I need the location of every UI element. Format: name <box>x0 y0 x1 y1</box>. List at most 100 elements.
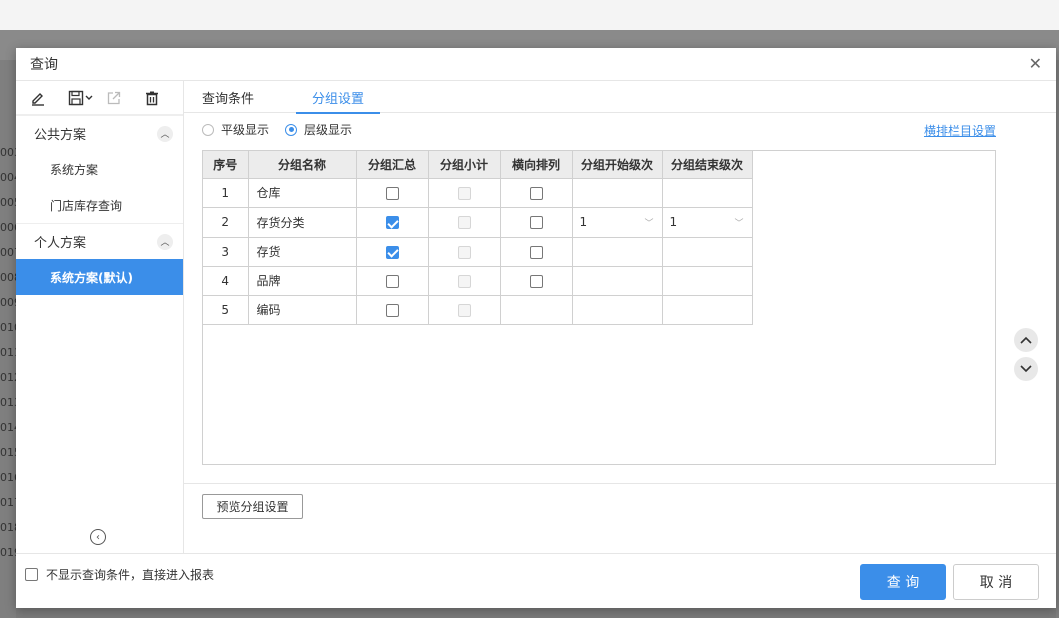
table-row[interactable]: 2 存货分类 1 ﹀ 1 ﹀ <box>203 206 753 238</box>
end-level-cell[interactable] <box>661 236 753 267</box>
col-header-name: 分组名称 <box>247 151 357 179</box>
background-row-number: 015 <box>0 446 16 459</box>
end-level-select[interactable]: 1 ﹀ <box>663 208 752 237</box>
tab-group-settings[interactable]: 分组设置 <box>296 81 381 114</box>
group-subtotal-cell <box>427 177 501 208</box>
edit-icon[interactable] <box>30 86 68 110</box>
end-level-cell[interactable] <box>661 177 753 208</box>
radio-dot[interactable] <box>285 123 298 136</box>
start-level-cell[interactable]: 1 ﹀ <box>571 206 663 238</box>
dialog-footer: 不显示查询条件，直接进入报表 查 询 取 消 <box>16 553 1056 608</box>
group-summary-cell <box>355 177 429 208</box>
personal-scheme-group[interactable]: 个人方案 ︿ <box>16 223 183 259</box>
group-summary-checkbox[interactable] <box>385 245 399 259</box>
horizontal-arrange-checkbox[interactable] <box>529 186 543 200</box>
group-summary-checkbox[interactable] <box>385 216 399 229</box>
dialog-title: 查询 <box>30 57 58 73</box>
start-level-select[interactable]: 1 ﹀ <box>573 208 662 237</box>
start-level-cell[interactable] <box>571 294 663 325</box>
group-summary-checkbox[interactable] <box>385 274 399 288</box>
radio-label: 层级显示 <box>304 123 353 137</box>
scheme-item-system[interactable]: 系统方案 <box>16 151 183 187</box>
group-subtotal-cell <box>427 236 501 267</box>
horizontal-arrange-checkbox[interactable] <box>529 274 543 288</box>
export-icon[interactable] <box>106 86 144 110</box>
preview-group-settings-button[interactable]: 预览分组设置 <box>202 494 303 519</box>
dialog-body: 公共方案 ︿ 系统方案 门店库存查询 个人方案 ︿ 系统方案(默认) ‹ 查询条… <box>16 81 1056 553</box>
move-up-icon[interactable] <box>1014 328 1038 352</box>
group-summary-checkbox[interactable] <box>385 186 399 200</box>
horizontal-arrange-checkbox[interactable] <box>529 216 543 229</box>
start-level-cell[interactable] <box>571 236 663 267</box>
background-row-number: 016 <box>0 471 16 484</box>
move-down-icon[interactable] <box>1014 357 1038 381</box>
table-row[interactable]: 4 品牌 <box>203 265 753 296</box>
tab-query-conditions[interactable]: 查询条件 <box>202 81 254 113</box>
background-row-number: 004 <box>0 171 16 184</box>
group-subtotal-checkbox <box>457 216 471 229</box>
public-scheme-group[interactable]: 公共方案 ︿ <box>16 115 183 151</box>
col-header-end-level: 分组结束级次 <box>661 151 753 179</box>
horizontal-arrange-cell <box>499 294 573 325</box>
background-app-header <box>0 0 1059 30</box>
chevron-down-icon: ﹀ <box>644 218 654 229</box>
delete-icon[interactable] <box>144 86 182 110</box>
grid-header-row: 序号 分组名称 分组汇总 分组小计 横向排列 分组开始级次 分组结束级次 <box>203 151 753 179</box>
skip-query-label: 不显示查询条件，直接进入报表 <box>46 568 215 582</box>
end-level-cell[interactable] <box>661 294 753 325</box>
background-app-footer <box>16 608 1056 618</box>
grid-table: 序号 分组名称 分组汇总 分组小计 横向排列 分组开始级次 分组结束级次 1 仓库… <box>203 151 753 325</box>
collapse-sidebar-icon[interactable]: ‹ <box>90 529 106 545</box>
horizontal-arrange-checkbox[interactable] <box>529 245 543 259</box>
scheme-item-store-inventory[interactable]: 门店库存查询 <box>16 187 183 223</box>
background-row-number: 013 <box>0 396 16 409</box>
horizontal-arrange-cell <box>499 265 573 296</box>
group-subtotal-cell <box>427 206 501 238</box>
end-level-value: 1 <box>669 215 678 229</box>
group-settings-grid: 序号 分组名称 分组汇总 分组小计 横向排列 分组开始级次 分组结束级次 1 仓库… <box>202 150 996 465</box>
radio-hierarchical-display[interactable]: 层级显示 <box>285 121 352 138</box>
close-icon[interactable]: ✕ <box>1029 56 1042 72</box>
settings-pane: 查询条件 分组设置 平级显示 层级显示 横排栏目设置 序号 分组名称 分组汇总 … <box>184 81 1056 553</box>
group-name: 仓库 <box>247 177 357 208</box>
col-header-subtotal: 分组小计 <box>427 151 501 179</box>
table-row[interactable]: 1 仓库 <box>203 177 753 208</box>
group-summary-cell <box>355 236 429 267</box>
tab-bar: 查询条件 分组设置 <box>184 81 1056 114</box>
table-row[interactable]: 5 编码 <box>203 294 753 325</box>
background-row-number: 006 <box>0 221 16 234</box>
horizontal-arrange-cell <box>499 177 573 208</box>
start-level-cell[interactable] <box>571 265 663 296</box>
query-button[interactable]: 查 询 <box>860 564 946 600</box>
group-subtotal-cell <box>427 265 501 296</box>
personal-scheme-group-label: 个人方案 <box>34 236 87 251</box>
group-subtotal-checkbox <box>457 303 471 317</box>
row-number: 3 <box>203 236 249 267</box>
group-name: 品牌 <box>247 265 357 296</box>
end-level-cell[interactable]: 1 ﹀ <box>661 206 753 238</box>
scheme-item-system-default[interactable]: 系统方案(默认) <box>16 259 183 295</box>
group-subtotal-checkbox <box>457 186 471 200</box>
col-header-horizontal: 横向排列 <box>499 151 573 179</box>
radio-flat-display[interactable]: 平级显示 <box>202 121 269 138</box>
group-summary-checkbox[interactable] <box>385 303 399 317</box>
skip-query-checkbox[interactable] <box>25 568 38 581</box>
col-header-summary: 分组汇总 <box>355 151 429 179</box>
public-scheme-group-label: 公共方案 <box>34 128 87 143</box>
chevron-up-icon[interactable]: ︿ <box>157 125 173 142</box>
chevron-up-icon[interactable]: ︿ <box>157 233 173 250</box>
start-level-cell[interactable] <box>571 177 663 208</box>
group-summary-cell <box>355 294 429 325</box>
radio-dot[interactable] <box>202 123 214 136</box>
col-header-start-level: 分组开始级次 <box>571 151 663 179</box>
end-level-cell[interactable] <box>661 265 753 296</box>
query-dialog: 查询 ✕ 公共方案 ︿ 系统方案 门店库存查询 个人方案 ︿ 系统方案(默认) … <box>16 48 1056 608</box>
background-row-number: 007 <box>0 246 16 259</box>
background-row-number: 005 <box>0 196 16 209</box>
save-icon[interactable] <box>68 86 106 110</box>
table-row[interactable]: 3 存货 <box>203 236 753 267</box>
horizontal-column-settings-link[interactable]: 横排栏目设置 <box>924 122 996 139</box>
skip-query-conditions-option[interactable]: 不显示查询条件，直接进入报表 <box>25 566 214 583</box>
cancel-button[interactable]: 取 消 <box>953 564 1039 600</box>
row-number: 2 <box>203 206 249 238</box>
